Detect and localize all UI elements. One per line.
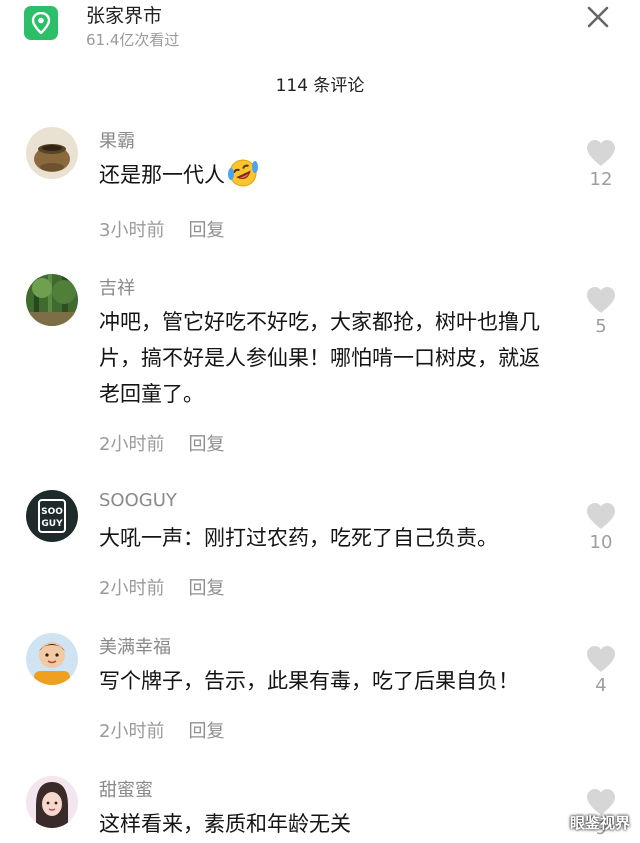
comment-text: 还是那一代人 <box>99 157 569 199</box>
avatar[interactable] <box>26 274 78 326</box>
reply-button[interactable]: 回复 <box>188 578 224 599</box>
comment-username[interactable]: 甜蜜蜜 <box>99 776 153 802</box>
close-button[interactable] <box>586 5 610 29</box>
like-count: 5 <box>595 316 607 337</box>
comment-meta: 2小时前 回复 <box>99 574 224 600</box>
heart-icon <box>587 646 615 672</box>
comment-time: 2小时前 <box>99 578 165 599</box>
svg-text:SOO: SOO <box>41 507 63 517</box>
like-button[interactable]: 10 <box>584 502 618 553</box>
comment-text-body: 还是那一代人 <box>99 163 225 187</box>
comment-count-title: 114 条评论 <box>275 76 365 96</box>
watermark: 眼鉴视界 <box>569 814 630 832</box>
comment-username[interactable]: 果霸 <box>99 127 135 153</box>
comment-username[interactable]: SOOGUY <box>99 490 177 511</box>
comment-username[interactable]: 美满幸福 <box>99 633 171 659</box>
comment-time: 2小时前 <box>99 721 165 742</box>
avatar[interactable] <box>26 127 78 179</box>
comment-text: 写个牌子，告示，此果有毒，吃了后果自负！ <box>99 669 519 693</box>
comment-meta: 2小时前 回复 <box>99 717 224 743</box>
avatar[interactable] <box>26 776 78 828</box>
heart-icon <box>587 503 615 529</box>
heart-icon <box>587 287 615 313</box>
reply-button[interactable]: 回复 <box>188 434 224 455</box>
close-icon <box>587 6 609 28</box>
comments-sheet: 张家界市 61.4亿次看过 114 条评论 果霸 还是那一代人 3小时前 回复 … <box>0 0 640 843</box>
comment-time: 3小时前 <box>99 220 165 241</box>
avatar[interactable]: SOO GUY <box>26 490 78 542</box>
like-button[interactable]: 12 <box>584 139 618 190</box>
heart-icon <box>587 140 615 166</box>
view-count: 61.4亿次看过 <box>86 31 180 49</box>
like-count: 12 <box>589 169 613 190</box>
reply-button[interactable]: 回复 <box>188 220 224 241</box>
comment-text: 大吼一声：刚打过农药，吃死了自己负责。 <box>99 526 498 550</box>
location-name[interactable]: 张家界市 <box>86 1 162 28</box>
comment-meta: 3小时前 回复 <box>99 216 224 242</box>
comment-time: 2小时前 <box>99 434 165 455</box>
like-count: 4 <box>595 675 607 696</box>
comment-text: 这样看来，素质和年龄无关 <box>99 812 351 836</box>
svg-text:GUY: GUY <box>41 519 63 529</box>
reply-button[interactable]: 回复 <box>188 721 224 742</box>
avatar[interactable] <box>26 633 78 685</box>
location-pin-icon[interactable] <box>24 6 58 40</box>
like-count: 10 <box>589 532 613 553</box>
comment-username[interactable]: 吉祥 <box>99 274 135 300</box>
like-button[interactable]: 4 <box>584 645 618 696</box>
comment-text: 冲吧，管它好吃不好吃，大家都抢，树叶也撸几片，搞不好是人参仙果！哪怕啃一口树皮，… <box>99 310 540 406</box>
comment-meta: 2小时前 回复 <box>99 430 224 456</box>
laughing-crying-emoji-icon <box>227 158 259 199</box>
like-button[interactable]: 5 <box>584 286 618 337</box>
